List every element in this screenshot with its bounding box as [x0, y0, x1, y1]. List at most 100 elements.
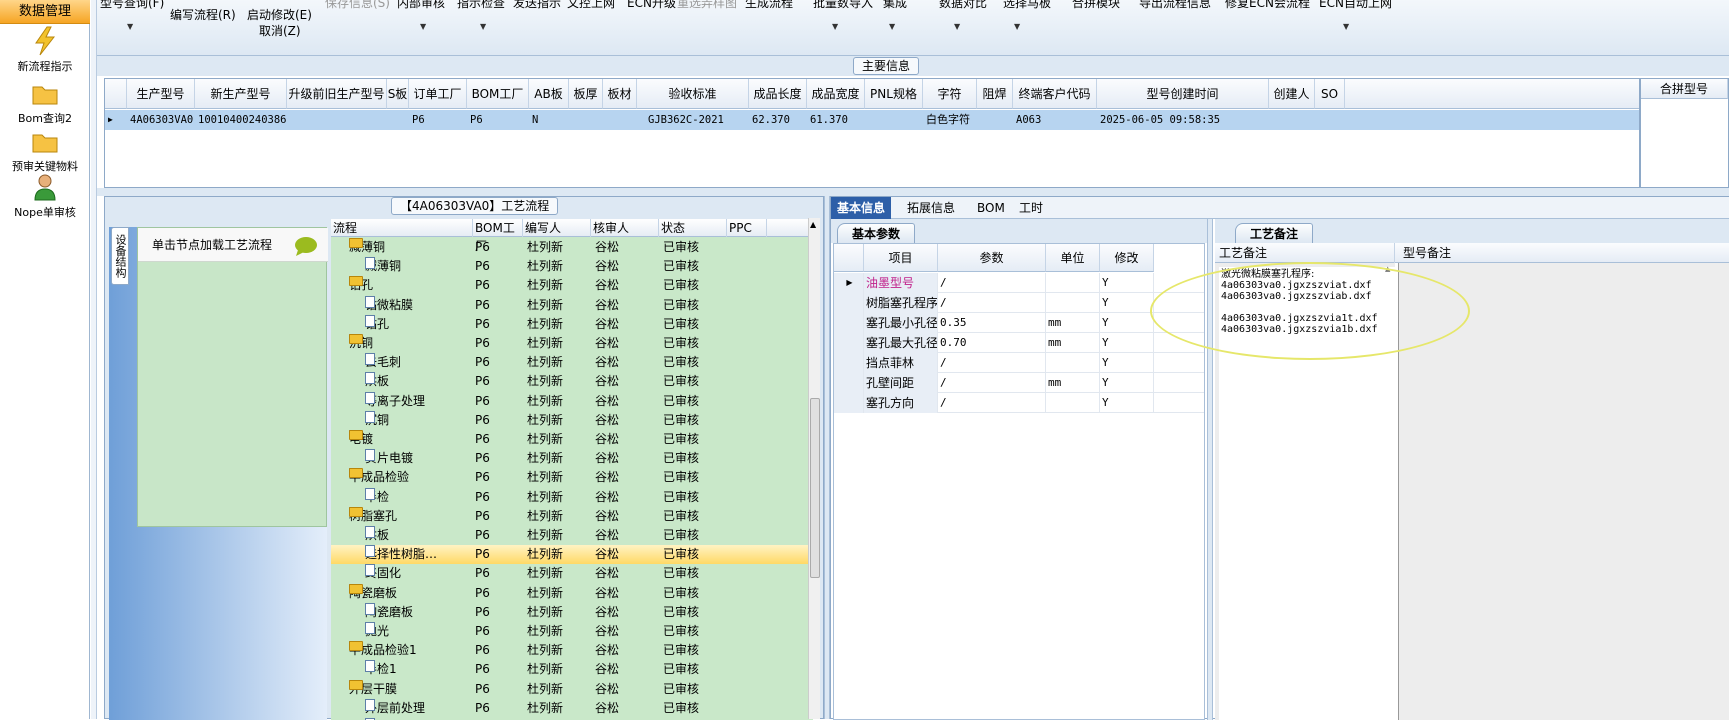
column-header[interactable]: 字符 — [923, 79, 977, 109]
tree-row[interactable]: 选择性树脂… P6 杜列新 谷松 已审核 — [331, 545, 813, 565]
column-header[interactable]: 板厚 — [569, 79, 603, 109]
param-cell[interactable]: Y — [1100, 373, 1154, 393]
toolbar-integrate[interactable]: 集成 — [883, 0, 907, 11]
param-cell[interactable]: / — [938, 373, 1046, 393]
chevron-down-icon[interactable]: ▼ — [127, 22, 133, 31]
column-header[interactable]: 参数 — [938, 244, 1046, 272]
param-cell[interactable]: 油墨型号 — [864, 273, 938, 293]
vertical-tab-equipment[interactable]: 设备结构 — [111, 227, 129, 285]
memo-title[interactable]: 工艺备注 — [1235, 223, 1314, 243]
param-cell[interactable]: Y — [1100, 293, 1154, 313]
tree-row[interactable]: − 外层干膜P6杜列新谷松已审核 — [331, 679, 813, 699]
column-header[interactable]: 终端客户代码 — [1013, 79, 1097, 109]
param-cell[interactable]: mm — [1046, 333, 1100, 353]
column-header[interactable]: AB板 — [529, 79, 569, 109]
param-row[interactable]: 塞孔最大孔径 0.70 mm Y — [834, 333, 1204, 353]
param-cell[interactable]: mm — [1046, 373, 1100, 393]
tree-row[interactable]: − 半成品检验1P6杜列新谷松已审核 — [331, 641, 813, 660]
column-header[interactable]: 成品长度 — [749, 79, 807, 109]
chevron-down-icon[interactable]: ▼ — [1343, 22, 1349, 31]
column-header[interactable]: 型号创建时间 — [1097, 79, 1269, 109]
column-header[interactable]: 生产型号 — [127, 79, 195, 109]
chevron-down-icon[interactable]: ▼ — [420, 22, 426, 31]
toolbar-batch-import[interactable]: 批量数导入 — [813, 0, 873, 11]
nav-splitter[interactable] — [91, 0, 97, 719]
grid-corner[interactable] — [834, 244, 864, 272]
nav-item-new-flow[interactable]: 新流程指示 — [0, 26, 90, 74]
toolbar-start-modify[interactable]: 启动修改(E) — [247, 6, 312, 23]
param-row[interactable]: 树脂塞孔程序 / Y — [834, 293, 1204, 313]
toolbar-merge-module[interactable]: 合拼模块 — [1072, 0, 1120, 11]
table-cell[interactable]: 4A06303VA0 — [127, 110, 195, 130]
column-header[interactable]: 项目 — [864, 244, 938, 272]
column-header[interactable]: 型号备注 — [1399, 243, 1729, 263]
table-row-selected[interactable] — [105, 110, 1639, 130]
nav-item-nope-review[interactable]: Nope单审核 — [0, 172, 90, 220]
column-header[interactable]: 升级前旧生产型号 — [287, 79, 387, 109]
column-header[interactable]: 合拼型号 — [1641, 79, 1728, 99]
param-cell[interactable]: 塞孔最大孔径 — [864, 333, 938, 353]
chevron-down-icon[interactable]: ▼ — [1014, 22, 1020, 31]
column-header[interactable]: 新生产型号 — [195, 79, 287, 109]
column-header[interactable]: 成品宽度 — [807, 79, 865, 109]
column-header[interactable]: BOM工厂 — [467, 79, 529, 109]
table-cell[interactable]: A063 — [1013, 110, 1097, 130]
tab-work-hours[interactable]: 工时 — [1013, 197, 1049, 219]
column-header[interactable]: 阻焊 — [977, 79, 1013, 109]
param-cell[interactable]: 挡点菲林 — [864, 353, 938, 373]
param-cell[interactable]: 塞孔方向 — [864, 393, 938, 413]
toolbar-export-flow[interactable]: 导出流程信息 — [1139, 0, 1211, 11]
toolbar-send-instruction[interactable]: 发送指示 — [513, 0, 561, 11]
toolbar-select-board[interactable]: 选择马板 — [1003, 0, 1051, 11]
column-header[interactable]: 板材 — [603, 79, 637, 109]
tree-row[interactable]: − 半成品检验P6杜列新谷松已审核 — [331, 468, 813, 487]
tree-row[interactable]: 外层前处理 P6 杜列新 谷松 已审核 — [331, 698, 813, 718]
table-cell[interactable]: 白色字符 — [923, 110, 977, 130]
tree-row[interactable]: 陶瓷磨板 P6 杜列新 谷松 已审核 — [331, 602, 813, 622]
table-cell[interactable]: P6 — [467, 110, 529, 130]
column-header[interactable]: PPC — [727, 219, 767, 237]
toolbar-reselect-sample[interactable]: 重选弄样图 — [677, 0, 737, 11]
toolbar-instruction-check[interactable]: 指示检查 — [457, 0, 505, 11]
flow-tree-scrollbar[interactable]: ▲ — [808, 218, 820, 719]
param-cell[interactable]: Y — [1100, 353, 1154, 373]
column-header[interactable]: 核审人 — [591, 219, 659, 237]
toolbar-cancel[interactable]: 取消(Z) — [259, 22, 301, 39]
tree-row[interactable]: − 减薄铜P6杜列新谷松已审核 — [331, 238, 813, 257]
toolbar-ecn-upgrade[interactable]: ECN升级 — [627, 0, 676, 11]
table-cell[interactable]: N — [529, 110, 569, 130]
toolbar-save[interactable]: 保存信息(S) — [325, 0, 390, 11]
tree-row[interactable]: 终固化 P6 杜列新 谷松 已审核 — [331, 564, 813, 583]
scroll-up-icon[interactable]: ▲ — [810, 220, 816, 229]
param-cell[interactable]: Y — [1100, 313, 1154, 333]
column-header[interactable]: 验收标准 — [637, 79, 749, 109]
param-cell[interactable]: mm — [1046, 313, 1100, 333]
tree-row[interactable]: 等离子处理 P6 杜列新 谷松 已审核 — [331, 391, 813, 411]
tree-row[interactable]: 半检 P6 杜列新 谷松 已审核 — [331, 487, 813, 507]
tree-row[interactable]: 减薄铜 P6 杜列新 谷松 已审核 — [331, 257, 813, 276]
param-cell[interactable]: / — [938, 273, 1046, 293]
param-cell[interactable]: Y — [1100, 333, 1154, 353]
param-row[interactable]: ▶ 油墨型号 / Y — [834, 273, 1204, 293]
column-header[interactable]: 修改 — [1100, 244, 1154, 272]
param-row[interactable]: 挡点菲林 / Y — [834, 353, 1204, 373]
column-header[interactable]: BOM工厂 — [473, 219, 523, 253]
tree-row[interactable]: − 电镀P6杜列新谷松已审核 — [331, 430, 813, 449]
tree-row[interactable]: 烘板 P6 杜列新 谷松 已审核 — [331, 372, 813, 391]
chevron-down-icon[interactable]: ▼ — [832, 22, 838, 31]
nav-header[interactable]: 数据管理 — [0, 0, 90, 24]
tab-extended-info[interactable]: 拓展信息 — [901, 197, 961, 219]
param-cell[interactable]: / — [938, 353, 1046, 373]
horizontal-splitter[interactable] — [97, 188, 1729, 196]
param-row[interactable]: 塞孔最小孔径 0.35 mm Y — [834, 313, 1204, 333]
tree-row[interactable]: 钻微粘膜 P6 杜列新 谷松 已审核 — [331, 295, 813, 315]
table-cell[interactable]: P6 — [409, 110, 467, 130]
tree-row[interactable]: 沉铜 P6 杜列新 谷松 已审核 — [331, 410, 813, 430]
param-cell[interactable]: Y — [1100, 393, 1154, 413]
param-cell[interactable]: 0.35 — [938, 313, 1046, 333]
toolbar-generate-flow[interactable]: 生成流程 — [745, 0, 793, 11]
toolbar-data-compare[interactable]: 数据对比 — [939, 0, 987, 11]
column-header[interactable]: 流程 — [331, 219, 473, 237]
column-header[interactable]: S板 — [387, 79, 409, 109]
param-cell[interactable] — [1046, 393, 1100, 413]
